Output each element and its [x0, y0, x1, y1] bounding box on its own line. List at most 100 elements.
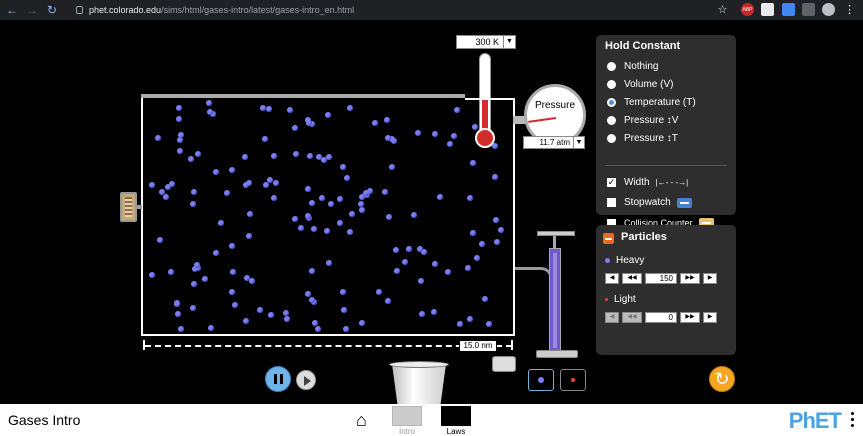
width-readout: 15.0 nm: [459, 340, 497, 352]
reset-all-button[interactable]: ↻: [709, 366, 735, 392]
heavy-particle: [241, 153, 248, 160]
wall-handle[interactable]: [120, 192, 137, 222]
increment-many-button[interactable]: ▶▶: [680, 273, 700, 284]
heavy-label: Heavy: [616, 255, 645, 266]
light-spinner: ◀ ◀◀ 0 ▶▶ ▶: [605, 312, 720, 323]
temperature-units-select[interactable]: 300 K ▼: [456, 35, 516, 49]
chevron-down-icon: ▼: [573, 137, 584, 148]
bucket-rim: [389, 361, 449, 368]
heavy-particle: [327, 201, 334, 208]
heavy-particle: [305, 119, 312, 126]
bicycle-pump[interactable]: [549, 248, 561, 353]
heavy-particle: [371, 119, 378, 126]
heavy-particle: [232, 301, 239, 308]
collapse-panel-button[interactable]: [603, 233, 614, 244]
heavy-count[interactable]: 150: [645, 273, 677, 284]
heavy-particle-selector[interactable]: [528, 369, 554, 391]
panel-divider: [605, 165, 727, 166]
radio-label: Pressure ↕V: [624, 115, 679, 126]
heavy-particle: [230, 268, 237, 275]
radio-nothing[interactable]: Nothing: [607, 61, 658, 72]
heavy-particle: [471, 123, 478, 130]
decrement-one-button[interactable]: ◀: [605, 312, 619, 323]
heavy-particle: [319, 194, 326, 201]
heavy-particle: [201, 276, 208, 283]
light-count[interactable]: 0: [645, 312, 677, 323]
wall-handle-bar: [137, 205, 142, 209]
radio-pressure-volume[interactable]: Pressure ↕V: [607, 115, 678, 126]
heavy-particle: [323, 227, 330, 234]
decrement-many-button[interactable]: ◀◀: [622, 273, 642, 284]
checkmark-icon: ✓: [607, 177, 616, 187]
increment-one-button[interactable]: ▶: [703, 312, 717, 323]
heavy-particle: [164, 184, 171, 191]
radio-volume[interactable]: Volume (V): [607, 79, 673, 90]
increment-many-button[interactable]: ▶▶: [680, 312, 700, 323]
stopwatch-checkbox[interactable]: Stopwatch: [607, 197, 692, 208]
radio-temperature[interactable]: Temperature (T): [607, 97, 696, 108]
home-icon[interactable]: ⌂: [356, 410, 367, 431]
heavy-particle: [436, 193, 443, 200]
heavy-particle: [189, 201, 196, 208]
radio-label: Nothing: [624, 61, 659, 72]
tab-laws[interactable]: Laws: [441, 406, 471, 436]
heavy-particle: [498, 226, 505, 233]
decrement-one-button[interactable]: ◀: [605, 273, 619, 284]
profile-avatar-icon[interactable]: [822, 3, 835, 16]
radio-selected-icon: [607, 98, 616, 107]
width-checkbox[interactable]: ✓ Width |←- - -→|: [607, 177, 688, 188]
checkbox-label: Width: [624, 177, 650, 188]
tab-label: Laws: [446, 427, 466, 436]
options-menu-icon[interactable]: [851, 412, 855, 430]
heavy-particle: [366, 187, 373, 194]
container-top-edge: [465, 98, 515, 100]
heavy-particle: [308, 296, 315, 303]
reload-icon[interactable]: ↻: [44, 3, 60, 17]
heavy-particle: [187, 155, 194, 162]
pump-handle[interactable]: [537, 231, 575, 236]
media-extension-icon[interactable]: [802, 3, 815, 16]
radio-pressure-temperature[interactable]: Pressure ↕T: [607, 133, 678, 144]
heavy-particle: [154, 135, 161, 142]
chevron-down-icon: ▼: [503, 36, 515, 48]
phet-logo[interactable]: PhET: [789, 408, 842, 434]
puzzle-extension-icon[interactable]: [782, 3, 795, 16]
decrement-many-button[interactable]: ◀◀: [622, 312, 642, 323]
increment-one-button[interactable]: ▶: [703, 273, 717, 284]
tab-label: Intro: [398, 427, 415, 436]
heavy-particle: [466, 194, 473, 201]
eraser-icon[interactable]: [492, 356, 516, 372]
heavy-particle: [456, 320, 463, 327]
heavy-particle: [177, 132, 184, 139]
intro-thumbnail: [392, 406, 422, 426]
forward-arrow-icon[interactable]: →: [24, 3, 40, 17]
pause-icon-bar: [279, 374, 283, 384]
heavy-particle: [265, 106, 272, 113]
light-particle-selector[interactable]: [560, 369, 586, 391]
adblock-icon[interactable]: ABP: [741, 3, 754, 16]
heavy-particle: [148, 182, 155, 189]
heavy-particle: [270, 195, 277, 202]
width-arrow-icon: |←- - -→|: [655, 178, 689, 187]
heavy-particle: [418, 310, 425, 317]
heavy-particle: [491, 174, 498, 181]
heavy-spinner: ◀ ◀◀ 150 ▶▶ ▶: [605, 273, 720, 284]
radio-icon: [607, 116, 616, 125]
pressure-units-select[interactable]: 11.7 atm ▼: [523, 136, 585, 149]
heavy-particle: [242, 318, 249, 325]
heavy-particle: [454, 106, 461, 113]
heavy-particle: [384, 135, 391, 142]
back-arrow-icon[interactable]: ←: [4, 3, 20, 17]
width-cap-right: [511, 340, 513, 350]
bookmark-star-icon[interactable]: ☆: [716, 3, 729, 16]
tab-intro[interactable]: Intro: [392, 406, 422, 436]
document-extension-icon[interactable]: [761, 3, 774, 16]
browser-menu-icon[interactable]: ⋮: [843, 3, 856, 16]
heavy-particle-icon: [605, 258, 610, 263]
heavy-particle: [431, 308, 437, 315]
heavy-particle: [414, 130, 421, 137]
heavy-particle: [358, 319, 365, 326]
step-forward-button[interactable]: [296, 370, 316, 390]
pause-button[interactable]: [265, 366, 291, 392]
address-bar[interactable]: phet.colorado.edu /sims/html/gases-intro…: [70, 2, 730, 18]
